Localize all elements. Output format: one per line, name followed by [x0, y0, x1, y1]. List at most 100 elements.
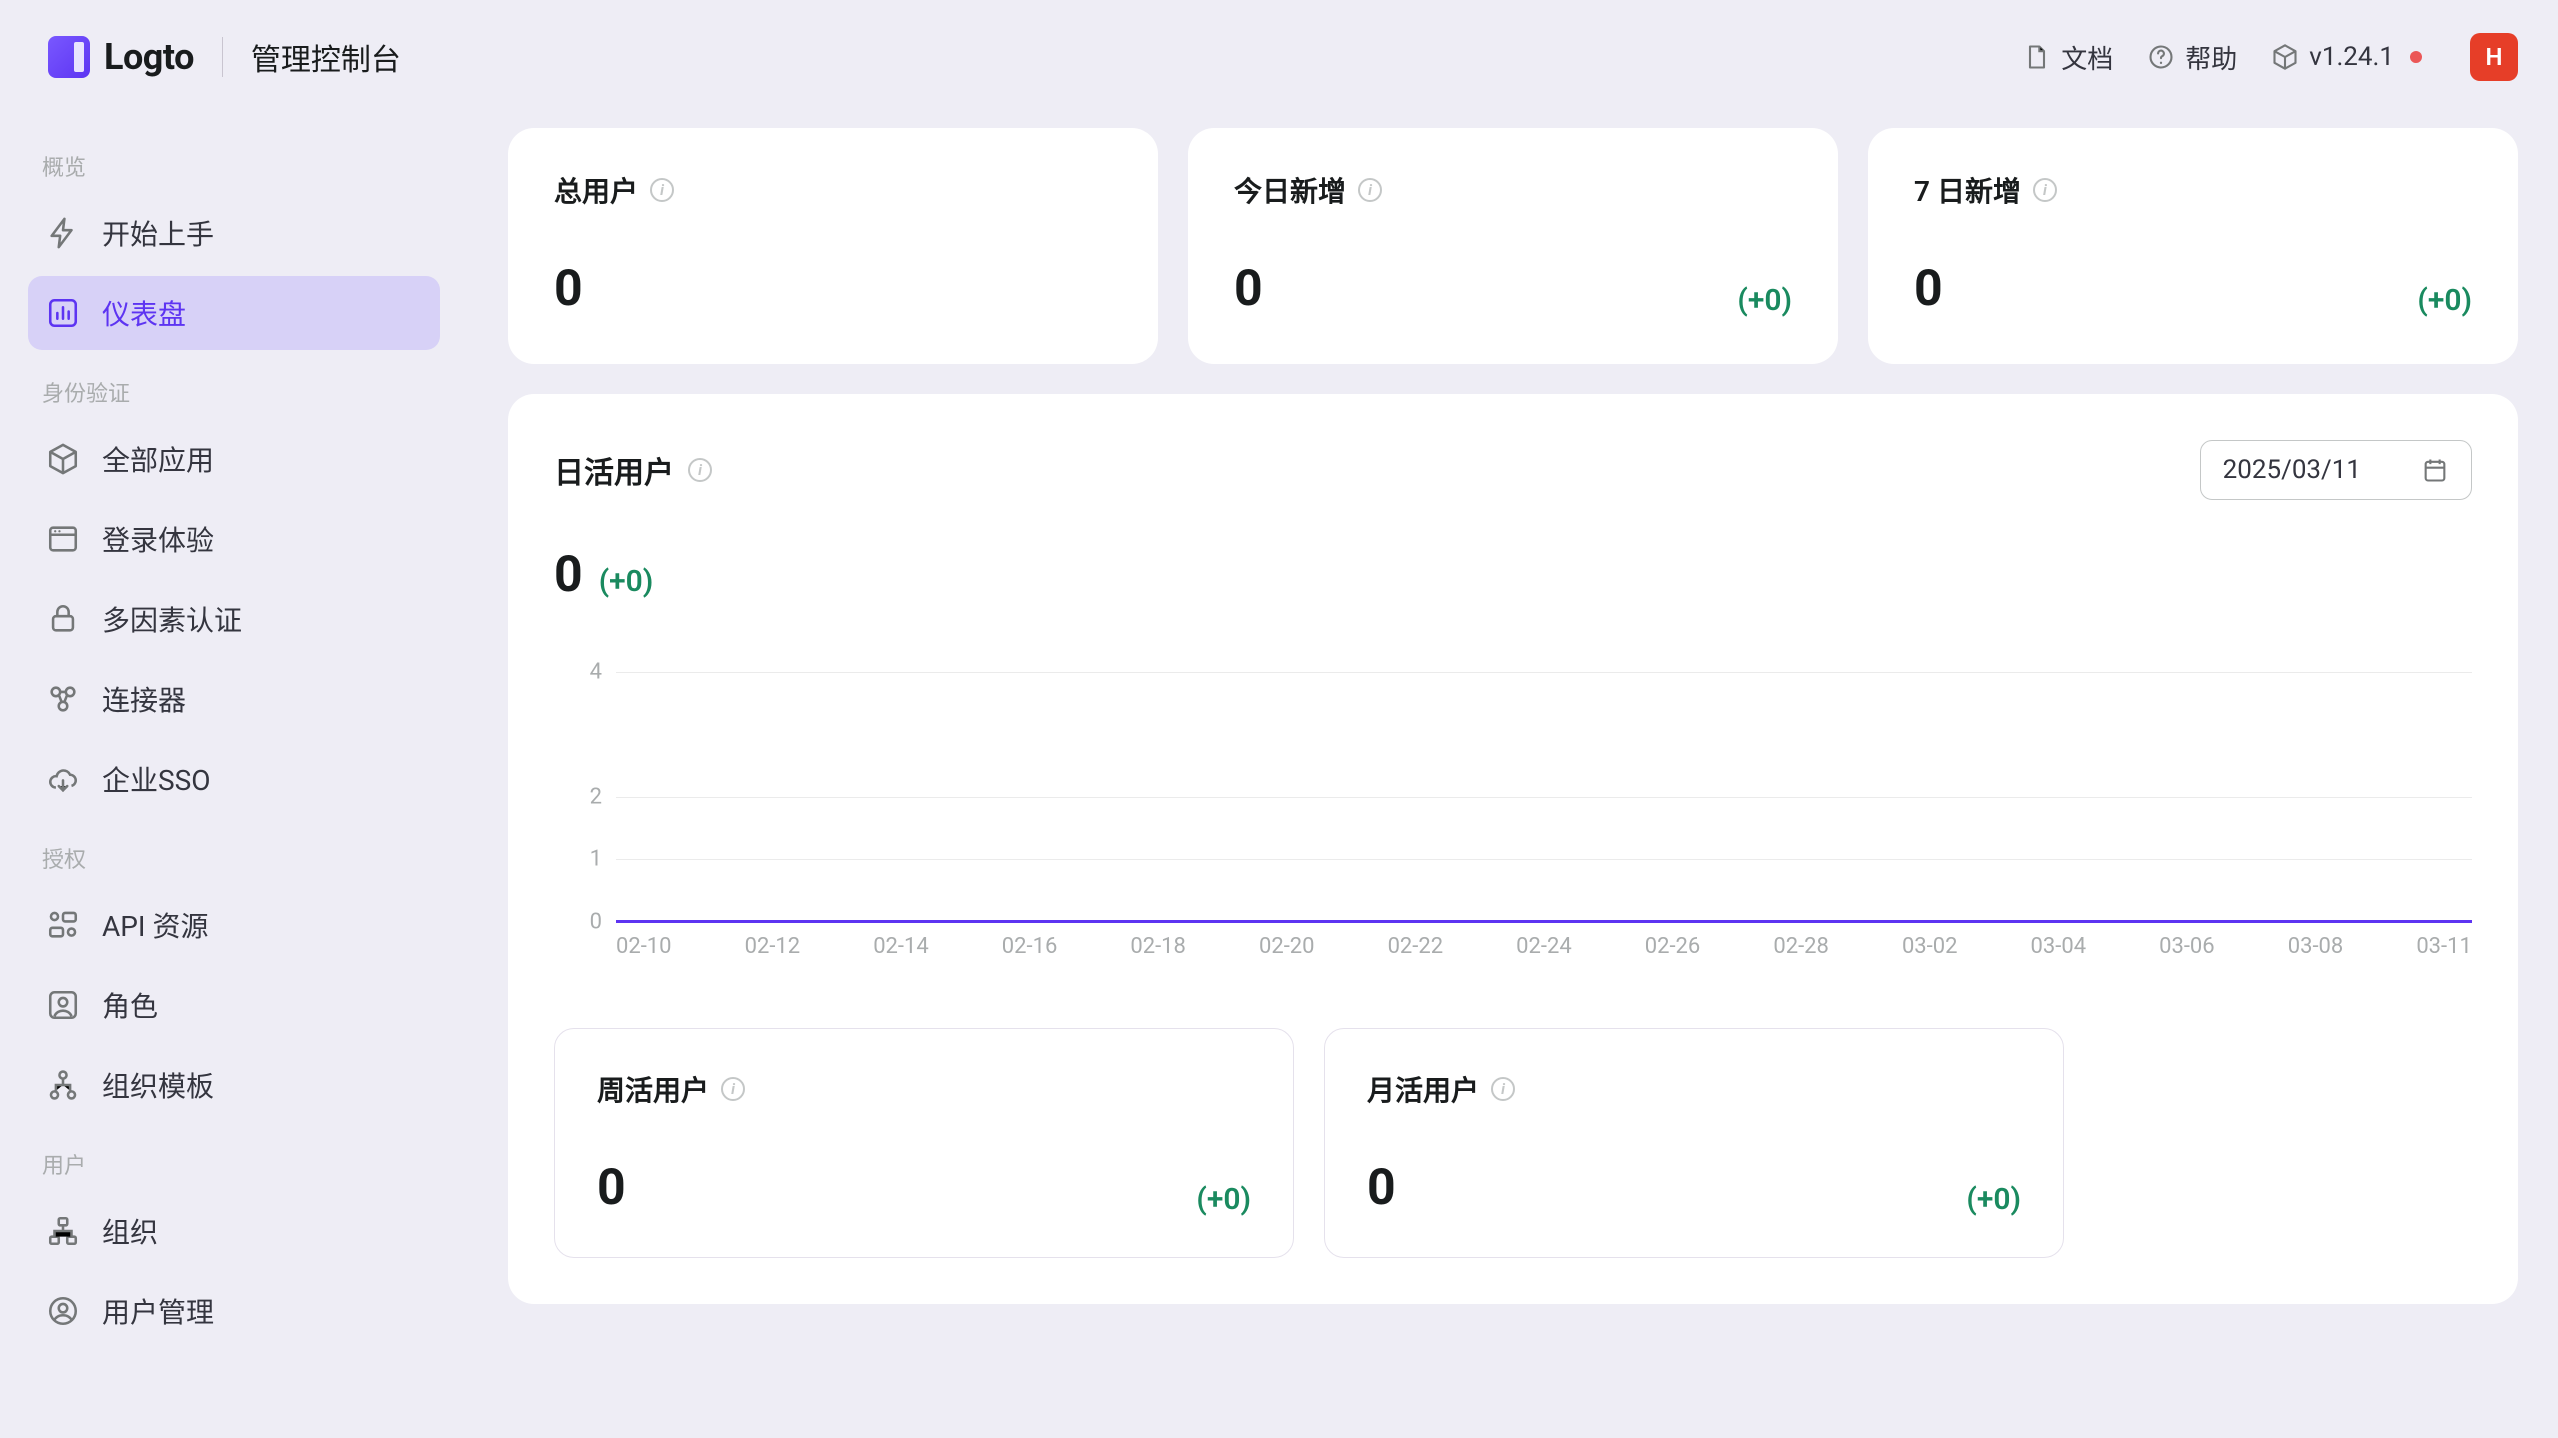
- sidebar-item-bar-chart[interactable]: 仪表盘: [28, 276, 440, 350]
- stat-title: 总用户: [554, 170, 638, 210]
- sidebar-item-label: 组织模板: [102, 1065, 214, 1105]
- stat-delta: (+0): [1966, 1182, 2021, 1217]
- help-icon: [2147, 43, 2175, 71]
- sidebar-item-label: 多因素认证: [102, 599, 242, 639]
- sidebar-item-label: 连接器: [102, 679, 186, 719]
- window-icon: [46, 522, 80, 556]
- sidebar-item-label: 登录体验: [102, 519, 214, 559]
- stat-wau: 周活用户 i 0 (+0): [554, 1028, 1294, 1258]
- version-indicator[interactable]: v1.24.1: [2271, 42, 2422, 72]
- sidebar-item-api[interactable]: API 资源: [28, 888, 440, 962]
- stat-title: 今日新增: [1234, 170, 1346, 210]
- sidebar-item-user-circle[interactable]: 用户管理: [28, 1274, 440, 1348]
- stat-title: 周活用户: [597, 1069, 709, 1109]
- sidebar-item-cloud[interactable]: 企业SSO: [28, 742, 440, 816]
- sidebar: 概览开始上手仪表盘身份验证全部应用登录体验多因素认证连接器企业SSO 授权 API …: [0, 114, 468, 1438]
- sidebar-item-user-box[interactable]: 角色: [28, 968, 440, 1042]
- stat-week-new: 7 日新增 i 0 (+0): [1868, 128, 2518, 364]
- calendar-icon: [2421, 456, 2449, 484]
- x-tick: 02-12: [745, 934, 801, 959]
- lock-icon: [46, 602, 80, 636]
- stat-delta: (+0): [2417, 283, 2472, 318]
- stat-value: 0: [1234, 260, 1263, 318]
- stat-value: 0: [554, 260, 583, 318]
- sidebar-item-link[interactable]: 连接器: [28, 662, 440, 736]
- stat-total-users: 总用户 i 0: [508, 128, 1158, 364]
- user-circle-icon: [46, 1294, 80, 1328]
- bolt-icon: [46, 216, 80, 250]
- stat-delta: (+0): [1737, 283, 1792, 318]
- org-tree-icon: [46, 1068, 80, 1102]
- x-tick: 02-26: [1645, 934, 1701, 959]
- stat-title: 月活用户: [1367, 1069, 1479, 1109]
- stat-mau: 月活用户 i 0 (+0): [1324, 1028, 2064, 1258]
- info-icon[interactable]: i: [1358, 178, 1382, 202]
- sidebar-item-label: 角色: [102, 985, 158, 1025]
- info-icon[interactable]: i: [2033, 178, 2057, 202]
- x-tick: 03-02: [1902, 934, 1958, 959]
- info-icon[interactable]: i: [650, 178, 674, 202]
- dau-chart: 4 2 1 0 02-1002-1202-1402-1602-1802-2002…: [554, 672, 2472, 968]
- sidebar-item-bolt[interactable]: 开始上手: [28, 196, 440, 270]
- link-icon: [46, 682, 80, 716]
- sidebar-section-label: 身份验证: [28, 356, 440, 422]
- user-box-icon: [46, 988, 80, 1022]
- x-tick: 03-08: [2288, 934, 2344, 959]
- sidebar-item-label: 全部应用: [102, 439, 214, 479]
- date-picker[interactable]: 2025/03/11: [2200, 440, 2472, 500]
- logo-icon: [48, 36, 90, 78]
- logo[interactable]: Logto: [48, 36, 194, 78]
- cube-icon: [2271, 43, 2299, 71]
- stat-value: 0: [1367, 1159, 1396, 1217]
- x-tick: 02-10: [616, 934, 672, 959]
- bar-chart-icon: [46, 296, 80, 330]
- sidebar-item-org-tree[interactable]: 组织模板: [28, 1048, 440, 1122]
- sidebar-item-window[interactable]: 登录体验: [28, 502, 440, 576]
- info-icon[interactable]: i: [721, 1077, 745, 1101]
- sidebar-item-label: 开始上手: [102, 213, 214, 253]
- sidebar-item-label: 组织: [102, 1211, 158, 1251]
- help-link[interactable]: 帮助: [2147, 39, 2237, 76]
- sidebar-section-label: 概览: [28, 130, 440, 196]
- stat-delta: (+0): [1196, 1182, 1251, 1217]
- dau-delta: (+0): [599, 564, 654, 599]
- sidebar-item-label: API 资源: [102, 905, 209, 945]
- info-icon[interactable]: i: [688, 458, 712, 482]
- chart-line: [616, 920, 2472, 923]
- panel-title: 日活用户: [554, 448, 674, 492]
- stat-today-new: 今日新增 i 0 (+0): [1188, 128, 1838, 364]
- docs-link[interactable]: 文档: [2023, 39, 2113, 76]
- sitemap-icon: [46, 1214, 80, 1248]
- sidebar-item-cube[interactable]: 全部应用: [28, 422, 440, 496]
- x-tick: 02-16: [1002, 934, 1058, 959]
- stat-title: 7 日新增: [1914, 170, 2021, 210]
- sidebar-item-sitemap[interactable]: 组织: [28, 1194, 440, 1268]
- stat-value: 0: [1914, 260, 1943, 318]
- x-tick: 02-28: [1773, 934, 1829, 959]
- x-tick: 02-24: [1516, 934, 1572, 959]
- header: Logto 管理控制台 文档 帮助 v1.24.1 H: [0, 0, 2558, 114]
- cube-icon: [46, 442, 80, 476]
- update-dot-icon: [2410, 51, 2422, 63]
- x-tick: 02-20: [1259, 934, 1315, 959]
- x-tick: 02-14: [873, 934, 929, 959]
- x-tick: 03-06: [2159, 934, 2215, 959]
- sidebar-item-label: 用户管理: [102, 1291, 214, 1331]
- cloud-icon: [46, 762, 80, 796]
- avatar[interactable]: H: [2470, 33, 2518, 81]
- document-icon: [2023, 43, 2051, 71]
- sidebar-item-label: 企业SSO: [102, 759, 211, 799]
- x-tick: 03-11: [2416, 934, 2472, 959]
- x-tick: 03-04: [2031, 934, 2087, 959]
- api-icon: [46, 908, 80, 942]
- stat-value: 0: [597, 1159, 626, 1217]
- dau-panel: 日活用户 i 2025/03/11 0 (+0) 4 2 1 0: [508, 394, 2518, 1304]
- sidebar-item-label: 仪表盘: [102, 293, 186, 333]
- info-icon[interactable]: i: [1491, 1077, 1515, 1101]
- header-title: 管理控制台: [251, 35, 401, 79]
- sidebar-item-lock[interactable]: 多因素认证: [28, 582, 440, 656]
- dau-value: 0: [554, 546, 583, 604]
- logo-text: Logto: [104, 36, 194, 78]
- x-tick: 02-18: [1130, 934, 1186, 959]
- sidebar-section-label: 授权: [28, 822, 440, 888]
